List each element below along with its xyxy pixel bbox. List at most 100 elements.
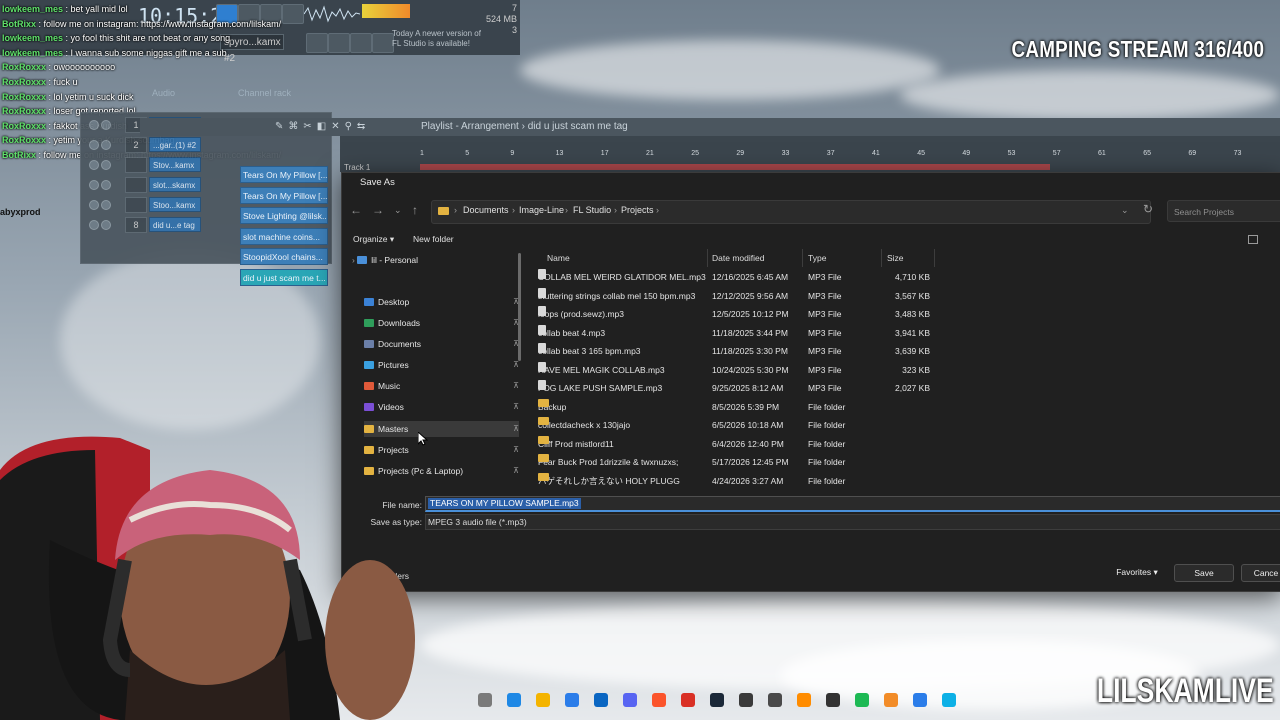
pin-icon[interactable]: ⊼ xyxy=(513,378,519,394)
address-bar[interactable]: › Documents › Image-Line › FL Studio › P… xyxy=(431,200,1151,224)
update-notice[interactable]: Today A newer version of FL Studio is av… xyxy=(392,29,482,49)
file-row[interactable]: Fear Buck Prod 1drizzile & twxnuzxs; 5/17… xyxy=(538,454,930,471)
nav-item[interactable]: Music ⊼ xyxy=(364,378,519,394)
column-type[interactable]: Type xyxy=(808,253,826,263)
channel-button[interactable]: Stov...kamx xyxy=(149,157,201,172)
cancel-button[interactable]: Cance xyxy=(1241,564,1280,582)
taskbar-app-icon[interactable] xyxy=(797,693,811,707)
channel-pan-knob[interactable] xyxy=(89,160,99,170)
column-date-modified[interactable]: Date modified xyxy=(712,253,764,263)
file-row[interactable]: FOG LAKE PUSH SAMPLE.mp3 9/25/2025 8:12 A… xyxy=(538,380,930,397)
breadcrumb-documents[interactable]: Documents xyxy=(463,205,509,215)
channel-volume-knob[interactable] xyxy=(101,200,111,210)
save-button[interactable]: Save xyxy=(1174,564,1234,582)
channel-button[interactable]: slot...skamx xyxy=(149,177,201,192)
nav-item[interactable]: › lil - Personal xyxy=(352,252,507,268)
playlist-clip[interactable]: StoopidXool chains... xyxy=(240,248,328,265)
taskbar-app-icon[interactable] xyxy=(565,693,579,707)
taskbar-app-icon[interactable] xyxy=(710,693,724,707)
favorites-dropdown[interactable]: Favorites ▾ xyxy=(1108,564,1166,580)
folder-icon xyxy=(538,454,549,462)
file-row[interactable]: stuttering strings collab mel 150 bpm.mp… xyxy=(538,287,930,305)
pin-icon[interactable]: ⊼ xyxy=(513,463,519,479)
pin-icon[interactable]: ⊼ xyxy=(513,399,519,415)
taskbar-app-icon[interactable] xyxy=(913,693,927,707)
channel-volume-knob[interactable] xyxy=(101,180,111,190)
taskbar-app-icon[interactable] xyxy=(652,693,666,707)
nav-item[interactable]: Pictures ⊼ xyxy=(364,357,519,373)
channel-pan-knob[interactable] xyxy=(89,180,99,190)
playlist-clip[interactable]: Tears On My Pillow [... xyxy=(240,166,328,183)
up-arrow-icon[interactable]: ↑ xyxy=(412,203,418,217)
taskbar-app-icon[interactable] xyxy=(594,693,608,707)
channel-volume-knob[interactable] xyxy=(101,120,111,130)
view-options-icon[interactable] xyxy=(1248,235,1258,244)
taskbar-app-icon[interactable] xyxy=(884,693,898,707)
taskbar-app-icon[interactable] xyxy=(478,693,492,707)
playlist-clip[interactable]: slot machine coins... xyxy=(240,227,328,245)
channel-mixer-track[interactable]: 8 xyxy=(125,217,147,233)
search-input[interactable]: Search Projects xyxy=(1167,200,1280,222)
new-folder-button[interactable]: New folder xyxy=(413,234,454,244)
back-arrow-icon[interactable]: ← xyxy=(350,203,362,217)
breadcrumb-fl-studio[interactable]: FL Studio xyxy=(573,205,611,215)
file-row[interactable]: Backup 8/5/2026 5:39 PM File folder xyxy=(538,398,930,416)
channel-volume-knob[interactable] xyxy=(101,140,111,150)
playlist-clip[interactable]: did u just scam me t... xyxy=(240,268,328,286)
tool-button[interactable] xyxy=(372,33,394,53)
channel-mixer-track[interactable] xyxy=(125,197,147,213)
recent-locations-icon[interactable]: ⌄ xyxy=(394,205,402,216)
refresh-icon[interactable]: ↻ xyxy=(1143,202,1153,216)
channel-mixer-track[interactable] xyxy=(125,177,147,193)
nav-item[interactable]: Downloads ⊼ xyxy=(364,315,519,331)
channel-pan-knob[interactable] xyxy=(89,200,99,210)
tool-button[interactable] xyxy=(350,33,372,53)
file-row[interactable]: ハゲそれしか言えない HOLY PLUGG 4/24/2026 3:27 AM Fi… xyxy=(538,472,930,490)
taskbar-app-icon[interactable] xyxy=(739,693,753,707)
nav-item[interactable]: Documents ⊼ xyxy=(364,336,519,352)
file-row[interactable]: collab beat 4.mp3 11/18/2025 3:44 PM MP3 F… xyxy=(538,324,930,342)
channel-mixer-track[interactable] xyxy=(125,157,147,173)
breadcrumb-image-line[interactable]: Image-Line xyxy=(519,205,564,215)
channel-button[interactable]: Stoo...kamx xyxy=(149,197,201,212)
channel-volume-knob[interactable] xyxy=(101,220,111,230)
channel-button[interactable]: ...gar..(1) #2 xyxy=(149,137,201,152)
playlist-clip[interactable]: Stove Lighting @lilsk... xyxy=(240,207,328,224)
taskbar-app-icon[interactable] xyxy=(942,693,956,707)
breadcrumb-projects[interactable]: Projects xyxy=(621,205,654,215)
forward-arrow-icon[interactable]: → xyxy=(372,203,384,217)
file-size: 3,483 KB xyxy=(895,309,930,319)
file-row[interactable]: RAVE MEL MAGIK COLLAB.mp3 10/24/2025 5:30… xyxy=(538,361,930,379)
file-row[interactable]: collectdacheck x 130jajo 6/5/2026 10:18 A… xyxy=(538,417,930,434)
channel-pan-knob[interactable] xyxy=(89,220,99,230)
file-row[interactable]: COLLAB MEL WEIRD GLATIDOR MEL.mp3 12/16/2… xyxy=(538,269,930,286)
channel-pan-knob[interactable] xyxy=(89,140,99,150)
organize-button[interactable]: Organize ▾ xyxy=(353,234,394,245)
address-dropdown-icon[interactable]: ⌄ xyxy=(1121,205,1129,216)
column-name[interactable]: Name xyxy=(547,253,570,263)
channel-pan-knob[interactable] xyxy=(89,120,99,130)
taskbar-app-icon[interactable] xyxy=(768,693,782,707)
column-size[interactable]: Size xyxy=(887,253,904,263)
file-name-input[interactable]: TEARS ON MY PILLOW SAMPLE.mp3 xyxy=(425,496,1280,512)
channel-volume-knob[interactable] xyxy=(101,160,111,170)
nav-item[interactable]: Desktop ⊼ xyxy=(364,294,519,310)
pin-icon[interactable]: ⊼ xyxy=(513,442,519,458)
taskbar-app-icon[interactable] xyxy=(507,693,521,707)
taskbar-app-icon[interactable] xyxy=(681,693,695,707)
taskbar-app-icon[interactable] xyxy=(855,693,869,707)
playlist-tool-icons[interactable]: ✎⌘✂◧✕⚲⇆ xyxy=(275,121,370,132)
channel-mixer-track[interactable]: 2 xyxy=(125,137,147,153)
playlist-clip[interactable]: Tears On My Pillow [... xyxy=(240,186,328,204)
navigation-scrollbar[interactable] xyxy=(518,253,521,361)
file-row[interactable]: Cliff Prod mistlord11 6/4/2026 12:40 PM Fi… xyxy=(538,435,930,453)
save-as-type-select[interactable]: MPEG 3 audio file (*.mp3) xyxy=(425,514,1280,530)
pin-icon[interactable]: ⊼ xyxy=(513,421,519,437)
timeline-ruler[interactable]: 1 5 9 13 17 21 25 29 33 37 41 45 49 53 57 61 65 69 73 xyxy=(420,150,1280,162)
file-row[interactable]: loops (prod.sewz).mp3 12/5/2025 10:12 PM M… xyxy=(538,306,930,323)
channel-button[interactable]: did u...e tag xyxy=(149,217,201,232)
taskbar-app-icon[interactable] xyxy=(826,693,840,707)
taskbar-app-icon[interactable] xyxy=(536,693,550,707)
file-row[interactable]: collab beat 3 165 bpm.mp3 11/18/2025 3:30… xyxy=(538,343,930,360)
taskbar-app-icon[interactable] xyxy=(623,693,637,707)
